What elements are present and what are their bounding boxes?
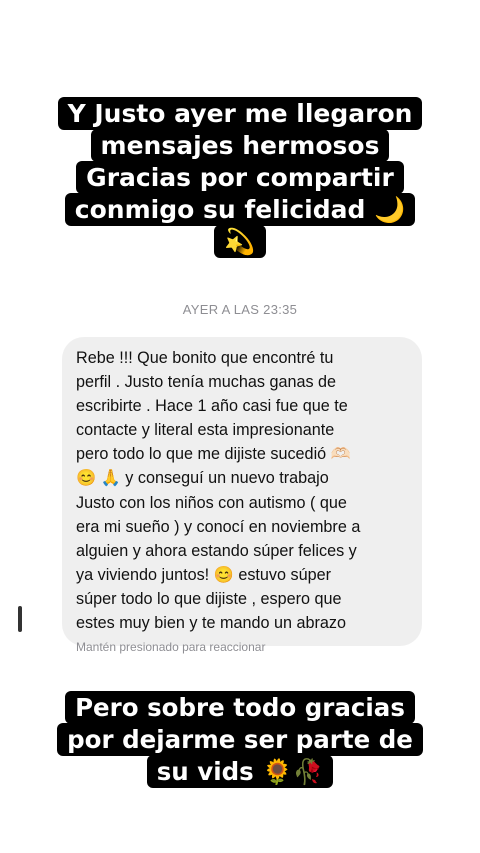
bottom-story-caption: Pero sobre todo gracias por dejarme ser …: [0, 691, 480, 788]
caption-line: conmigo su felicidad 🌙: [64, 193, 416, 226]
message-line: 😊 🙏 y conseguí un nuevo trabajo: [76, 469, 329, 488]
caption-line: Pero sobre todo gracias: [65, 691, 415, 724]
caption-line: por dejarme ser parte de: [57, 723, 423, 756]
message-line: súper todo lo que dijiste , espero que: [76, 589, 342, 608]
message-line: Justo con los niños con autismo ( que: [76, 493, 347, 512]
caption-line: Y Justo ayer me llegaron: [57, 97, 423, 130]
message-line: perfil . Justo tenía muchas ganas de: [76, 373, 337, 392]
message-line: ya viviendo juntos! 😊 estuvo súper: [76, 565, 332, 584]
top-story-caption: Y Justo ayer me llegaron mensajes hermos…: [0, 97, 480, 258]
message-line: pero todo lo que me dijiste sucedió 🫶🏻: [76, 445, 351, 464]
caption-line: Gracias por compartir: [76, 161, 404, 194]
message-line: escribirte . Hace 1 año casi fue que te: [76, 397, 348, 416]
message-line: era mi sueño ) y conocí en noviembre a: [76, 517, 361, 536]
caption-line: mensajes hermosos: [90, 129, 390, 162]
message-line: contacte y literal esta impresionante: [76, 421, 335, 440]
caption-line: 💫: [214, 225, 266, 258]
message-timestamp: AYER A LAS 23:35: [182, 302, 298, 317]
message-line: Rebe !!! Que bonito que encontré tu: [76, 349, 334, 367]
react-hint: Mantén presionado para reaccionar: [76, 640, 266, 654]
message-line: alguien y ahora estando súper felices y: [76, 541, 357, 560]
caption-line: su vids 🌻🥀: [146, 755, 334, 788]
message-line: estes muy bien y te mando un abrazo: [76, 614, 346, 633]
received-message-bubble[interactable]: Rebe !!! Que bonito que encontré tu perf…: [62, 337, 422, 647]
partial-avatar: [18, 606, 22, 632]
